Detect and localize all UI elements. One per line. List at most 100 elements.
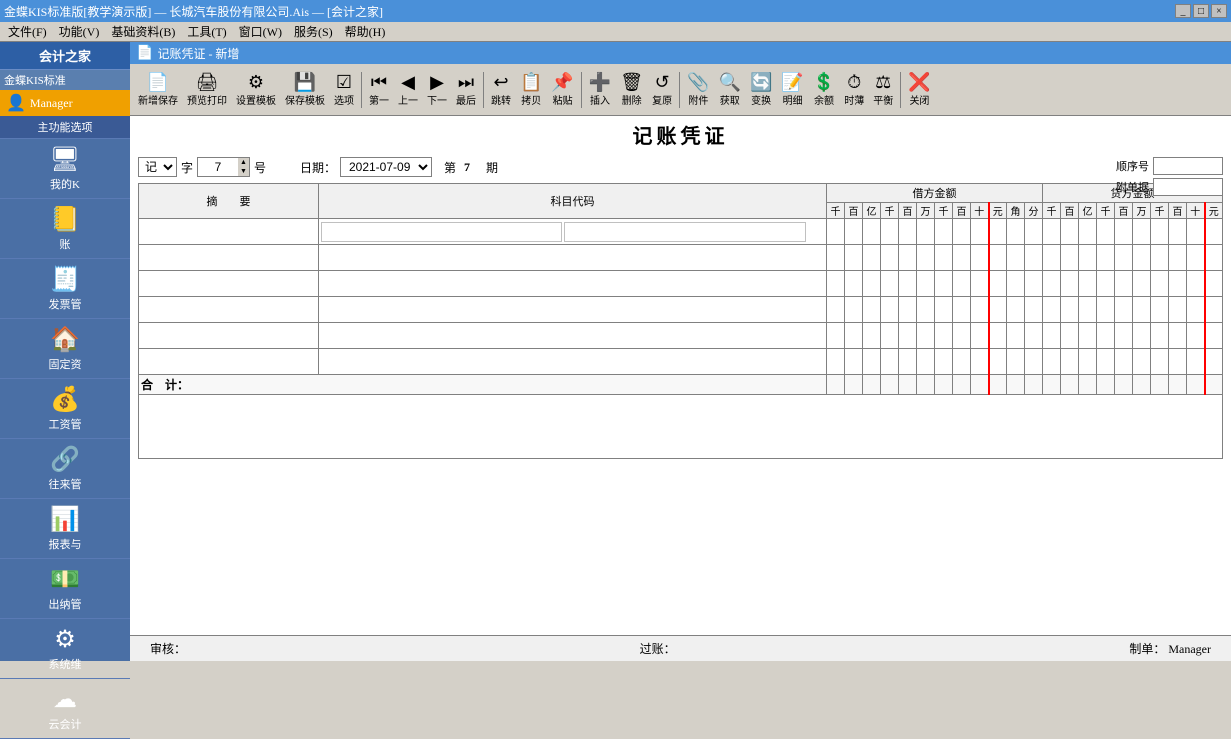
sidebar-item-myk[interactable]: 🖥 我的K	[0, 139, 130, 199]
menu-function[interactable]: 功能(V)	[53, 21, 106, 42]
minimize-button[interactable]: _	[1175, 4, 1191, 18]
btn-prev[interactable]: ◀ 上一	[394, 70, 422, 110]
sidebar-item-invoice[interactable]: 🧾 发票管	[0, 259, 130, 319]
footer-post: 过账：	[640, 640, 676, 657]
summary-cell[interactable]	[139, 271, 319, 297]
title-bar-left: 金蝶KIS标准版[教学演示版] — 长城汽车股份有限公司.Ais — [会计之家…	[4, 3, 383, 20]
attach-label: 附单据	[1116, 179, 1149, 195]
btn-first-label: 第一	[369, 92, 389, 107]
sidebar-item-label: 往来管	[49, 476, 82, 492]
btn-convert-label: 变换	[751, 92, 771, 107]
btn-timebook[interactable]: ⏱ 时薄	[840, 70, 868, 110]
btn-fetch[interactable]: 🔍 获取	[715, 70, 745, 110]
btn-copy[interactable]: 📋 拷贝	[516, 70, 546, 110]
debit-cell-9	[989, 219, 1007, 245]
salary-icon: 💰	[50, 385, 80, 414]
remarks-textarea[interactable]	[143, 399, 1218, 451]
btn-save-template[interactable]: 💾 保存模板	[281, 70, 329, 110]
seq-input[interactable]	[1153, 157, 1223, 175]
debit-cell-7	[953, 219, 971, 245]
code-cell[interactable]	[319, 219, 827, 245]
menu-window[interactable]: 窗口(W)	[233, 21, 288, 42]
maximize-button[interactable]: □	[1193, 4, 1209, 18]
sidebar: 会计之家 金蝶KIS标准 👤 Manager 主功能选项 🖥 我的K 📒 账 🧾…	[0, 42, 130, 661]
summary-input[interactable]	[141, 226, 316, 238]
ch-9: 元	[1205, 203, 1223, 219]
summary-cell[interactable]	[139, 297, 319, 323]
table-row	[139, 219, 1223, 245]
btn-paste-label: 粘贴	[553, 92, 573, 107]
dh-0: 千	[827, 203, 845, 219]
ch-7: 百	[1169, 203, 1187, 219]
set-template-icon: ⚙	[248, 73, 264, 91]
sidebar-item-salary[interactable]: 💰 工资管	[0, 379, 130, 439]
dh-5: 万	[917, 203, 935, 219]
sidebar-item-label: 我的K	[50, 176, 80, 192]
period-unit: 期	[486, 159, 498, 176]
btn-balance[interactable]: ⚖ 平衡	[869, 70, 897, 110]
menu-file[interactable]: 文件(F)	[2, 21, 53, 42]
attach-input[interactable]	[1153, 178, 1223, 196]
btn-attach[interactable]: 📎 附件	[683, 70, 713, 110]
btn-delete[interactable]: 🗑 删除	[616, 70, 647, 110]
btn-first[interactable]: ⏮ 第一	[365, 70, 393, 110]
btn-last[interactable]: ⏭ 最后	[452, 70, 480, 110]
spinbox-up[interactable]: ▲	[238, 158, 249, 167]
voucher-number-input[interactable]	[198, 160, 238, 174]
dh-6: 千	[935, 203, 953, 219]
summary-cell[interactable]	[139, 323, 319, 349]
close-button-main[interactable]: ×	[1211, 4, 1227, 18]
hao-label: 号	[254, 159, 266, 176]
btn-restore[interactable]: ↺ 复原	[648, 70, 676, 110]
detail-icon: 📝	[781, 73, 803, 91]
prev-icon: ◀	[401, 73, 415, 91]
btn-set-template[interactable]: ⚙ 设置模板	[232, 70, 280, 110]
voucher-type-select[interactable]: 记 收 付 转	[138, 157, 177, 177]
sidebar-item-label: 云会计	[49, 716, 82, 732]
btn-next[interactable]: ▶ 下一	[423, 70, 451, 110]
sidebar-item-reports[interactable]: 📊 报表与	[0, 499, 130, 559]
summary-cell[interactable]	[139, 349, 319, 375]
menu-service[interactable]: 服务(S)	[288, 21, 339, 42]
sidebar-section-label: 主功能选项	[0, 116, 130, 139]
sidebar-item-cloud[interactable]: ☁ 云会计	[0, 679, 130, 739]
spinbox-buttons: ▲ ▼	[238, 158, 249, 176]
menu-basic-data[interactable]: 基础资料(B)	[105, 21, 181, 42]
sidebar-item-relations[interactable]: 🔗 往来管	[0, 439, 130, 499]
summary-cell[interactable]	[139, 219, 319, 245]
summary-cell[interactable]	[139, 245, 319, 271]
btn-detail[interactable]: 📝 明细	[777, 70, 807, 110]
btn-balance-amount-label: 余额	[814, 92, 834, 107]
sidebar-item-system[interactable]: ⚙ 系统维	[0, 619, 130, 679]
code-input-2[interactable]	[564, 222, 805, 242]
sidebar-item-account[interactable]: 📒 账	[0, 199, 130, 259]
btn-paste[interactable]: 📌 粘贴	[547, 70, 577, 110]
code-cell	[319, 245, 827, 271]
credit-cell-7	[1169, 219, 1187, 245]
debit-cell-8	[971, 219, 989, 245]
sidebar-item-fixedasset[interactable]: 🏠 固定资	[0, 319, 130, 379]
dh-11: 分	[1025, 203, 1043, 219]
table-row	[139, 349, 1223, 375]
sidebar-user: 👤 Manager	[0, 90, 130, 116]
sidebar-product-name: 金蝶KIS标准	[0, 70, 130, 90]
btn-options[interactable]: ☑ 选项	[330, 70, 358, 110]
btn-insert[interactable]: ➕ 插入	[585, 70, 615, 110]
sidebar-item-cashier[interactable]: 💵 出纳管	[0, 559, 130, 619]
btn-jump[interactable]: ↩ 跳转	[487, 70, 515, 110]
menu-tools[interactable]: 工具(T)	[181, 21, 232, 42]
menu-help[interactable]: 帮助(H)	[339, 21, 392, 42]
date-select[interactable]: 2021-07-09	[340, 157, 432, 177]
btn-set-template-label: 设置模板	[236, 92, 276, 107]
btn-close[interactable]: ❌ 关闭	[904, 70, 934, 110]
reports-icon: 📊	[50, 505, 80, 534]
btn-preview-print[interactable]: 🖨 预览打印	[183, 70, 231, 110]
dh-9: 元	[989, 203, 1007, 219]
spinbox-down[interactable]: ▼	[238, 167, 249, 176]
summary-input[interactable]	[141, 252, 316, 264]
code-input-1[interactable]	[321, 222, 562, 242]
btn-balance-amount[interactable]: 💲 余额	[809, 70, 839, 110]
btn-convert[interactable]: 🔄 变换	[746, 70, 776, 110]
voucher-number-spinbox[interactable]: ▲ ▼	[197, 157, 250, 177]
btn-new-save[interactable]: 📄 新增保存	[134, 70, 182, 110]
